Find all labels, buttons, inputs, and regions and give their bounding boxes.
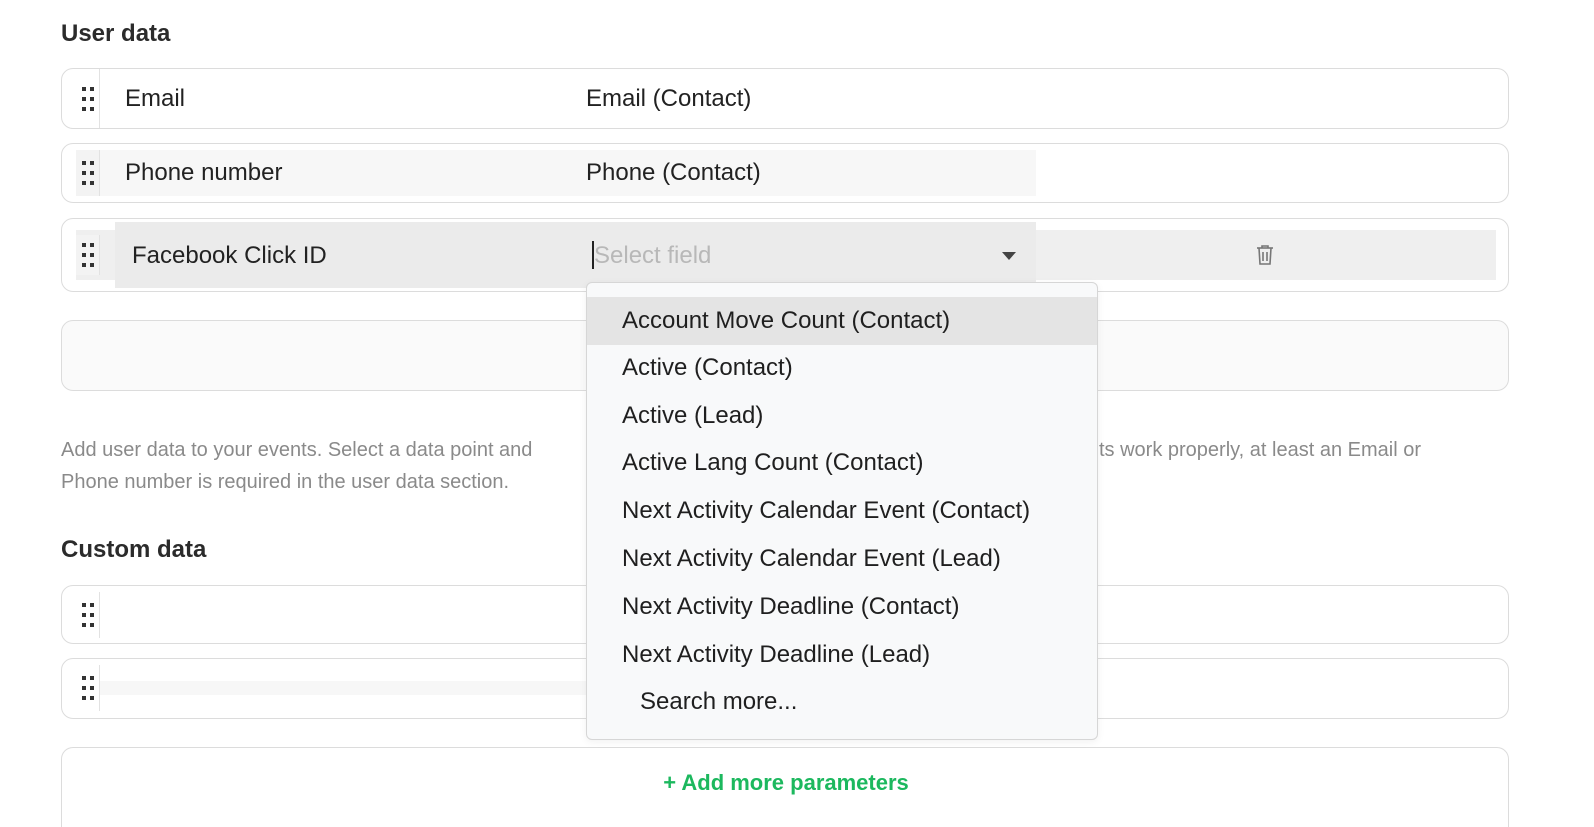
- dropdown-option[interactable]: Next Activity Deadline (Lead): [587, 631, 1097, 679]
- row-label: Facebook Click ID: [132, 242, 327, 269]
- field-select-dropdown: Account Move Count (Contact) Active (Con…: [586, 282, 1098, 740]
- dropdown-option[interactable]: Next Activity Deadline (Contact): [587, 583, 1097, 631]
- row-label: Phone number: [125, 159, 283, 186]
- drag-handle-icon[interactable]: [76, 150, 100, 196]
- row-value[interactable]: Email (Contact): [586, 85, 751, 113]
- user-data-row-facebook-click-id: Facebook Click ID Select field: [61, 218, 1509, 292]
- add-more-parameters-button[interactable]: + Add more parameters: [62, 770, 1510, 796]
- dropdown-option[interactable]: Active (Lead): [587, 392, 1097, 440]
- drag-handle-icon[interactable]: [76, 235, 100, 275]
- dropdown-option[interactable]: Active Lang Count (Contact): [587, 439, 1097, 487]
- help-text-line2: Phone number is required in the user dat…: [61, 471, 510, 493]
- row-hover-bg: [76, 681, 596, 695]
- drag-handle-icon[interactable]: [76, 592, 100, 638]
- user-data-title: User data: [61, 20, 171, 47]
- row-value[interactable]: Phone (Contact): [586, 159, 761, 187]
- caret-down-icon[interactable]: [1002, 247, 1016, 265]
- user-data-row-phone: Phone number Phone (Contact): [61, 143, 1509, 203]
- help-text-left: Add user data to your events. Select a d…: [61, 439, 533, 461]
- dropdown-option[interactable]: Next Activity Calendar Event (Contact): [587, 487, 1097, 535]
- drag-handle-icon[interactable]: [76, 69, 100, 128]
- trash-icon[interactable]: [1255, 244, 1275, 271]
- custom-data-title: Custom data: [61, 536, 207, 563]
- add-more-parameters-row: + Add more parameters: [61, 747, 1509, 827]
- dropdown-option[interactable]: Next Activity Calendar Event (Lead): [587, 535, 1097, 583]
- user-data-row-email: Email Email (Contact): [61, 68, 1509, 129]
- dropdown-option[interactable]: Active (Contact): [587, 344, 1097, 392]
- help-text-right: ts work properly, at least an Email or: [1099, 439, 1421, 461]
- search-more-option[interactable]: Search more...: [587, 678, 1097, 726]
- row-label: Email: [125, 85, 186, 112]
- drag-handle-icon[interactable]: [76, 665, 100, 711]
- select-field-input[interactable]: Select field: [594, 242, 711, 270]
- dropdown-option[interactable]: Account Move Count (Contact): [587, 297, 1097, 345]
